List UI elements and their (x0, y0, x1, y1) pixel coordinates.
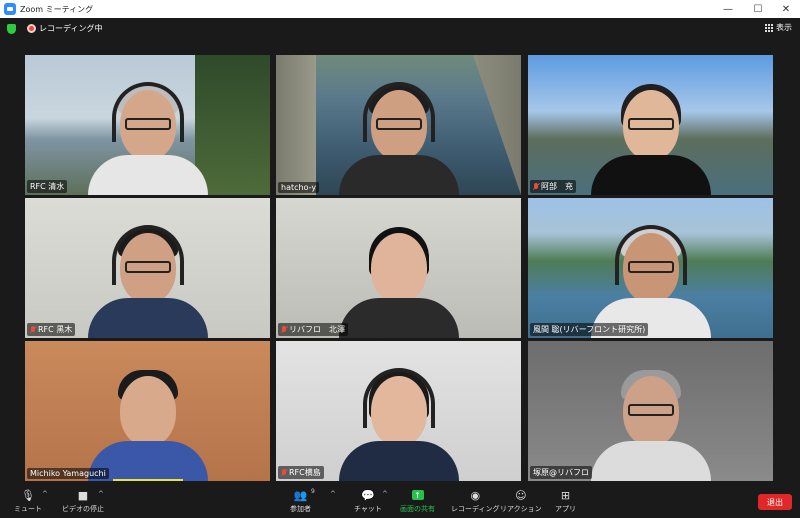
video-tile-yokoshima[interactable]: RFC横島 (276, 341, 521, 481)
mute-button[interactable]: 🎙 ミュート (14, 488, 42, 514)
muted-mic-icon (533, 182, 539, 191)
participant-name-tag: 塚原@リバフロ (530, 466, 592, 479)
chat-bubble-icon: 💬 (361, 488, 375, 502)
view-button[interactable]: 表示 (765, 22, 792, 33)
microphone-icon: 🎙 (21, 488, 35, 502)
participant-video (590, 356, 711, 481)
video-tile-hatcho[interactable]: hatcho-y (276, 55, 521, 195)
meeting-info-bar: レコーディング中 表示 (0, 18, 800, 40)
canal-wall (276, 55, 316, 195)
participants-options-caret[interactable]: ^ (330, 490, 336, 498)
video-tile-kitazawa[interactable]: リバフロ 北澤 (276, 198, 521, 338)
security-shield-icon[interactable] (7, 24, 16, 34)
apps-icon: ⊞ (560, 488, 571, 502)
meeting-toolbar: 🎙 ミュート ^ ■ ビデオの停止 ^ 👥 参加者 9 ^ 💬 チャット ^ ↑… (0, 486, 800, 518)
reaction-smiley-icon: ☺ (515, 488, 527, 502)
reactions-button[interactable]: ☺ リアクション (500, 488, 542, 514)
participant-name-tag: RFC横島 (278, 466, 324, 479)
muted-mic-icon (281, 468, 287, 477)
maximize-button[interactable]: ☐ (744, 0, 772, 18)
view-label: 表示 (776, 23, 792, 32)
audio-options-caret[interactable]: ^ (42, 490, 48, 498)
participant-name-tag: RFC 清水 (27, 180, 68, 193)
chat-options-caret[interactable]: ^ (382, 490, 388, 498)
participant-name-tag: Michiko Yamaguchi (27, 468, 109, 479)
participants-icon: 👥 (293, 488, 308, 502)
speaking-indicator (113, 479, 183, 481)
grid-view-icon (765, 23, 773, 32)
close-button[interactable]: ✕ (772, 0, 800, 18)
participant-video (590, 213, 711, 338)
video-tile-kuroki[interactable]: RFC 黒木 (25, 198, 270, 338)
participant-video (338, 213, 459, 338)
video-tile-yamaguchi[interactable]: Michiko Yamaguchi (25, 341, 270, 481)
recording-label: レコーディング中 (39, 24, 103, 33)
chat-button[interactable]: 💬 チャット (354, 488, 382, 514)
participant-video (338, 70, 459, 195)
participant-name-tag: リバフロ 北澤 (278, 323, 348, 336)
record-icon: ◉ (470, 488, 481, 502)
video-tile-abe[interactable]: 阿部 充 (528, 55, 773, 195)
zoom-logo-icon (4, 3, 16, 15)
leave-button[interactable]: 退出 (758, 494, 792, 510)
minimize-button[interactable]: — (714, 0, 742, 18)
participants-button[interactable]: 👥 参加者 (290, 488, 311, 514)
record-button[interactable]: ◉ レコーディング (451, 488, 500, 514)
window-title: Zoom ミーティング (20, 4, 94, 14)
video-tile-shimizu[interactable]: RFC 清水 (25, 55, 270, 195)
muted-mic-icon (30, 325, 36, 334)
participant-name-tag: 阿部 充 (530, 180, 576, 193)
share-screen-icon: ↑ (409, 488, 427, 502)
video-options-caret[interactable]: ^ (98, 490, 104, 498)
video-tile-kazama[interactable]: 風間 聡(リバーフロント研究所) (528, 198, 773, 338)
recording-icon (27, 24, 36, 33)
participant-name-tag: 風間 聡(リバーフロント研究所) (530, 323, 649, 336)
participant-video (87, 213, 208, 338)
muted-mic-icon (281, 325, 287, 334)
video-camera-icon: ■ (77, 488, 89, 502)
participant-video (87, 356, 208, 481)
participant-video (87, 70, 208, 195)
share-screen-button[interactable]: ↑ 画面の共有 (400, 488, 435, 514)
participant-video (338, 356, 459, 481)
participant-name-tag: RFC 黒木 (27, 323, 76, 336)
participants-count-badge: 9 (311, 488, 315, 495)
participant-video (590, 70, 711, 195)
video-tile-tsukahara[interactable]: 塚原@リバフロ (528, 341, 773, 481)
participant-name-tag: hatcho-y (278, 182, 320, 193)
apps-button[interactable]: ⊞ アプリ (555, 488, 576, 514)
title-bar: Zoom ミーティング — ☐ ✕ (0, 0, 800, 18)
